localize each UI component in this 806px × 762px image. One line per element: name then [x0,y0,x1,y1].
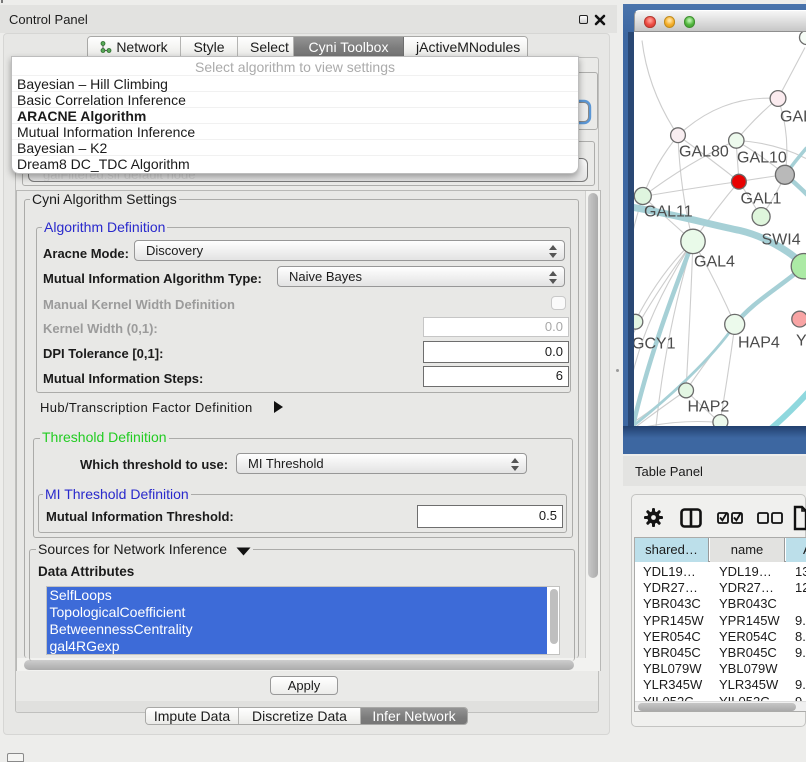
svg-text:GAL10: GAL10 [737,149,787,166]
svg-text:GAL11: GAL11 [644,203,693,220]
svg-text:Y: Y [796,332,806,349]
svg-text:HAP4: HAP4 [738,334,780,351]
svg-text:GAL1: GAL1 [741,190,782,207]
svg-text:SWI4: SWI4 [762,231,801,248]
svg-text:HAP2: HAP2 [688,398,730,415]
svg-text:GAL80: GAL80 [679,143,729,160]
svg-text:GAL: GAL [780,108,806,125]
svg-text:GAL4: GAL4 [694,253,735,270]
svg-text:GCY1: GCY1 [634,335,676,352]
